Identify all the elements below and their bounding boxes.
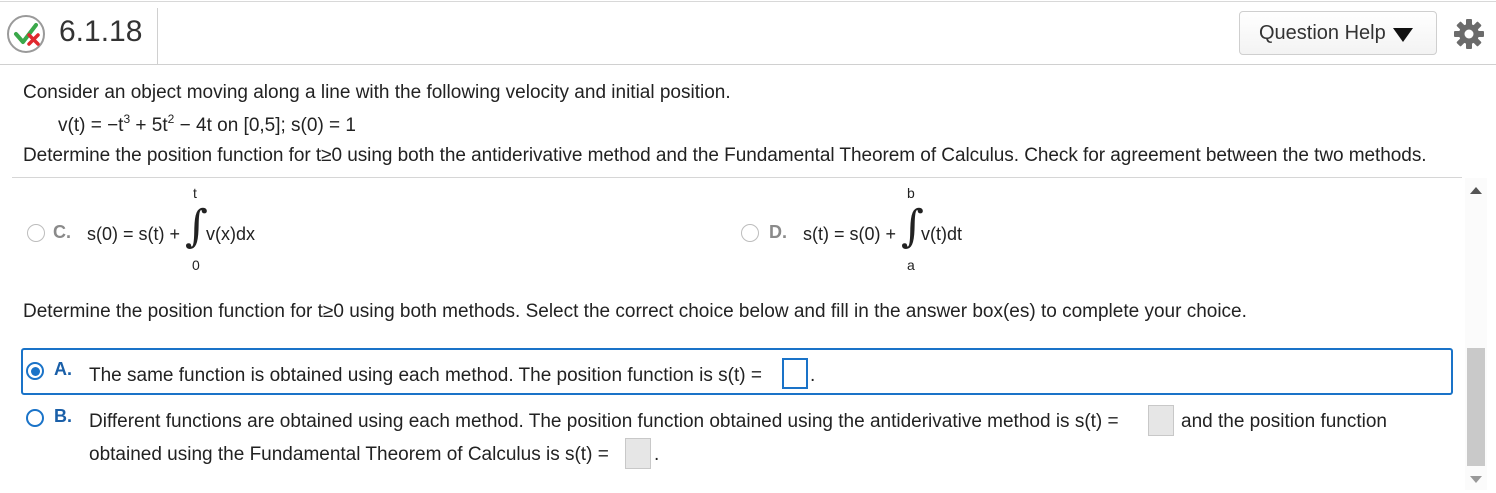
question-help-button[interactable]: Question Help xyxy=(1239,11,1437,55)
choice-c-letter: C. xyxy=(53,222,71,242)
radio-choice-c[interactable] xyxy=(27,224,45,242)
content-divider xyxy=(12,177,1462,178)
question-help-label: Question Help xyxy=(1259,21,1386,44)
choice-b-letter: B. xyxy=(54,406,72,426)
velocity-eq-exp1: 3 xyxy=(123,112,131,126)
gear-icon[interactable] xyxy=(1453,18,1485,50)
velocity-eq-part2: + 5t xyxy=(130,115,168,136)
radio-choice-d[interactable] xyxy=(741,224,759,242)
scroll-down-arrow-icon[interactable] xyxy=(1470,476,1482,483)
choice-b-text-line1: Different functions are obtained using e… xyxy=(89,411,1119,432)
dropdown-caret-icon xyxy=(1392,27,1413,42)
choice-c-integrand: v(x)dx xyxy=(206,224,255,244)
choice-b-answer-box-2[interactable] xyxy=(625,438,651,469)
problem-instruction: Determine the position function for t≥0 … xyxy=(23,145,1427,166)
choice-d-letter: D. xyxy=(769,222,787,242)
question-number: 6.1.18 xyxy=(59,15,143,48)
choice-d-lower-limit: a xyxy=(907,257,915,273)
choice-d-integrand: v(t)dt xyxy=(921,224,963,244)
choice-d-lhs: s(t) = s(0) + xyxy=(803,224,897,244)
problem-intro: Consider an object moving along a line w… xyxy=(23,82,731,103)
part2-instruction: Determine the position function for t≥0 … xyxy=(23,301,1247,322)
choice-b-text-mid: and the position function xyxy=(1181,411,1387,432)
velocity-eq-exp2: 2 xyxy=(167,112,175,126)
choice-c-upper-limit: t xyxy=(193,185,197,201)
velocity-eq-part1: v(t) = −t xyxy=(58,115,124,136)
partial-correct-icon xyxy=(7,15,45,53)
scrollbar-thumb[interactable] xyxy=(1467,348,1485,466)
choice-a-text: The same function is obtained using each… xyxy=(89,365,762,386)
radio-choice-b[interactable] xyxy=(26,409,44,427)
header-separator xyxy=(157,8,158,64)
choice-b-answer-box-1[interactable] xyxy=(1148,405,1174,436)
choice-c-lhs: s(0) = s(t) + xyxy=(87,224,181,244)
choice-a-letter: A. xyxy=(54,359,72,379)
choice-b-period: . xyxy=(654,444,660,465)
choice-c-lower-limit: 0 xyxy=(192,257,200,273)
choice-a-answer-box[interactable] xyxy=(782,358,808,389)
choice-b-text-line2: obtained using the Fundamental Theorem o… xyxy=(89,444,609,465)
velocity-eq-part3: − 4t on [0,5]; s(0) = 1 xyxy=(174,115,357,136)
integral-sign-icon: ∫ xyxy=(185,201,208,252)
velocity-equation: v(t) = −t3 + 5t2 − 4t on [0,5]; s(0) = 1 xyxy=(58,112,357,137)
choice-a-period: . xyxy=(810,365,816,386)
choice-d-upper-limit: b xyxy=(907,185,915,201)
scroll-up-arrow-icon[interactable] xyxy=(1470,187,1482,194)
question-header: 6.1.18 Question Help xyxy=(0,2,1496,65)
radio-choice-a[interactable] xyxy=(26,362,44,380)
